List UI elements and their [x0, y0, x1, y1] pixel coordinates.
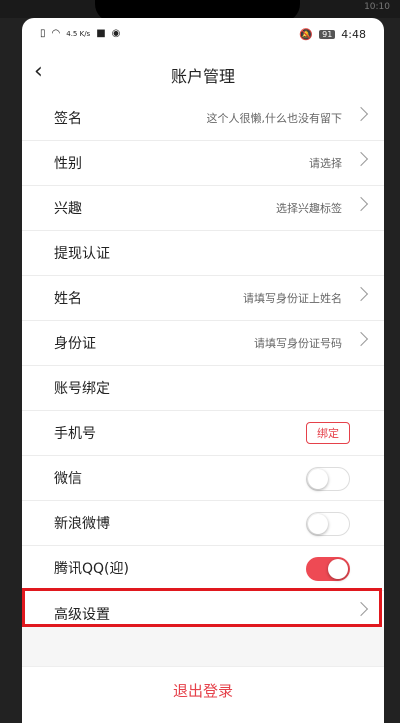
status-bar: ▯ ◠ 4.5 K/s ■ ◉ 🔕 91 4:48 — [22, 18, 384, 52]
app-header: ‹ 账户管理 — [22, 52, 384, 96]
account-binding-heading: 账号绑定 — [54, 381, 110, 397]
signature-label: 签名 — [54, 111, 82, 127]
phone-label: 手机号 — [54, 426, 96, 442]
chevron-right-icon — [353, 331, 369, 347]
interests-value: 选择兴趣标签 — [276, 202, 342, 215]
qq-row: 腾讯QQ(迎) — [22, 546, 384, 591]
network-speed: 4.5 K/s — [66, 29, 91, 38]
phone-screen: ▯ ◠ 4.5 K/s ■ ◉ 🔕 91 4:48 ‹ 账户管理 签名 这个人很… — [22, 18, 384, 723]
signature-row[interactable]: 签名 这个人很懒,什么也没有留下 — [22, 96, 384, 141]
wechat-toggle[interactable] — [306, 467, 350, 491]
record-icon: ◉ — [111, 28, 121, 39]
weibo-label: 新浪微博 — [54, 516, 110, 532]
chevron-right-icon — [353, 151, 369, 167]
bind-phone-button[interactable]: 绑定 — [306, 422, 350, 444]
spacer — [22, 627, 384, 666]
id-card-row[interactable]: 身份证 请填写身份证号码 — [22, 321, 384, 366]
wechat-label: 微信 — [54, 471, 82, 487]
name-value: 请填写身份证上姓名 — [243, 292, 342, 305]
id-card-value: 请填写身份证号码 — [254, 337, 342, 350]
highlight-box — [22, 588, 382, 627]
chevron-right-icon — [353, 106, 369, 122]
name-label: 姓名 — [54, 291, 82, 307]
stop-icon: ■ — [96, 28, 106, 39]
wechat-row: 微信 — [22, 456, 384, 501]
status-time: 4:48 — [341, 28, 366, 41]
chevron-right-icon — [353, 196, 369, 212]
gender-row[interactable]: 性别 请选择 — [22, 141, 384, 186]
device-frame: 10:10 ▯ ◠ 4.5 K/s ■ ◉ 🔕 91 4:48 ‹ 账户管理 签… — [0, 0, 400, 723]
qq-toggle[interactable] — [306, 557, 350, 581]
gender-value: 请选择 — [309, 157, 342, 170]
interests-row[interactable]: 兴趣 选择兴趣标签 — [22, 186, 384, 231]
outer-clock: 10:10 — [364, 2, 390, 12]
gender-label: 性别 — [54, 156, 82, 172]
toggle-knob — [308, 514, 328, 534]
mute-icon: 🔕 — [299, 28, 314, 41]
chevron-right-icon — [353, 286, 369, 302]
id-card-label: 身份证 — [54, 336, 96, 352]
phone-row: 手机号 绑定 — [22, 411, 384, 456]
logout-button[interactable]: 退出登录 — [22, 666, 384, 713]
toggle-knob — [308, 469, 328, 489]
weibo-row: 新浪微博 — [22, 501, 384, 546]
account-binding-section: 账号绑定 — [22, 366, 384, 411]
signature-value: 这个人很懒,什么也没有留下 — [206, 112, 343, 125]
weibo-toggle[interactable] — [306, 512, 350, 536]
battery-indicator: 91 — [319, 30, 336, 39]
withdraw-verify-section: 提现认证 — [22, 231, 384, 276]
sim-icon: ▯ — [40, 28, 46, 39]
name-row[interactable]: 姓名 请填写身份证上姓名 — [22, 276, 384, 321]
wifi-icon: ◠ — [51, 28, 61, 39]
interests-label: 兴趣 — [54, 201, 82, 217]
settings-list: 签名 这个人很懒,什么也没有留下 性别 请选择 兴趣 选择兴趣标签 提现认证 姓… — [22, 96, 384, 636]
toggle-knob — [328, 559, 348, 579]
withdraw-verify-heading: 提现认证 — [54, 246, 110, 262]
qq-label: 腾讯QQ(迎) — [54, 561, 129, 577]
page-title: 账户管理 — [170, 67, 235, 86]
